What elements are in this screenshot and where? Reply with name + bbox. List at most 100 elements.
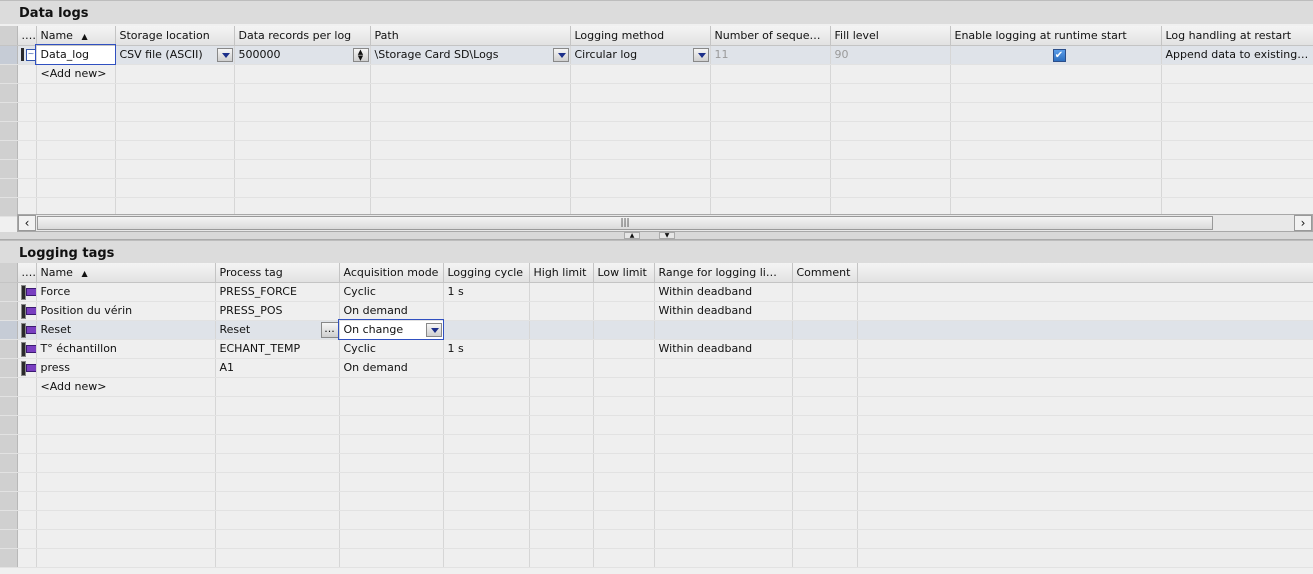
- process-tag-cell[interactable]: PRESS_FORCE: [215, 282, 340, 302]
- empty-cell: [339, 415, 444, 435]
- dropdown-arrow-icon[interactable]: [552, 47, 569, 62]
- fill-level-cell[interactable]: 90: [830, 45, 951, 65]
- row-header[interactable]: [0, 301, 18, 321]
- storage-location-select[interactable]: CSV file (ASCII): [115, 45, 235, 65]
- spinner-icon[interactable]: ▲ ▼: [352, 47, 369, 62]
- row-header[interactable]: [0, 358, 18, 378]
- high-limit-cell[interactable]: [529, 339, 594, 359]
- column-header-high-limit[interactable]: High limit: [529, 263, 594, 283]
- logging-cycle-cell[interactable]: 1 s: [443, 282, 530, 302]
- high-limit-cell[interactable]: [529, 282, 594, 302]
- column-header-name[interactable]: Name ▲: [36, 26, 116, 46]
- column-header-path[interactable]: Path: [370, 26, 571, 46]
- acquisition-mode-cell[interactable]: On demand: [339, 301, 444, 321]
- dropdown-arrow-icon[interactable]: [425, 322, 442, 337]
- range-cell[interactable]: Within deadband: [654, 301, 793, 321]
- acquisition-mode-cell[interactable]: Cyclic: [339, 339, 444, 359]
- process-tag-cell[interactable]: A1: [215, 358, 340, 378]
- row-header[interactable]: [0, 320, 18, 340]
- column-header-enable-logging-at-runtime-start[interactable]: Enable logging at runtime start: [950, 26, 1162, 46]
- process-tag-cell[interactable]: PRESS_POS: [215, 301, 340, 321]
- name-cell[interactable]: Position du vérin: [36, 301, 216, 321]
- comment-cell[interactable]: [792, 320, 858, 340]
- name-cell[interactable]: T° échantillon: [36, 339, 216, 359]
- column-header-logging-cycle[interactable]: Logging cycle: [443, 263, 530, 283]
- column-header-fill-level[interactable]: Fill level: [830, 26, 951, 46]
- column-header-more[interactable]: ...: [17, 26, 37, 46]
- enable-logging-checkbox[interactable]: ✔: [1052, 48, 1066, 62]
- dropdown-arrow-icon[interactable]: [692, 47, 709, 62]
- row-header[interactable]: [0, 45, 18, 65]
- high-limit-cell[interactable]: [529, 358, 594, 378]
- process-tag-cell[interactable]: ECHANT_TEMP: [215, 339, 340, 359]
- column-header-range-for-logging-limits[interactable]: Range for logging limits: [654, 263, 793, 283]
- logging-cycle-cell[interactable]: [443, 358, 530, 378]
- name-cell[interactable]: press: [36, 358, 216, 378]
- horizontal-scrollbar[interactable]: ‹ ||| ›: [17, 214, 1313, 232]
- log-handling-cell[interactable]: Append data to existing l...: [1161, 45, 1313, 65]
- empty-cell: [339, 377, 444, 397]
- empty-cell: [857, 320, 1313, 340]
- column-header-storage-location[interactable]: Storage location: [115, 26, 235, 46]
- high-limit-cell[interactable]: [529, 320, 594, 340]
- low-limit-cell[interactable]: [593, 301, 655, 321]
- name-cell[interactable]: Force: [36, 282, 216, 302]
- name-cell[interactable]: Data_log: [35, 44, 116, 65]
- range-cell[interactable]: Within deadband: [654, 339, 793, 359]
- path-select[interactable]: \Storage Card SD\Logs: [370, 45, 571, 65]
- add-new-row[interactable]: <Add new>: [0, 64, 1313, 84]
- logging-cycle-cell[interactable]: 1 s: [443, 339, 530, 359]
- table-row[interactable]: Reset Reset... On change: [0, 319, 1313, 340]
- row-header[interactable]: [0, 339, 18, 359]
- acquisition-mode-cell[interactable]: On demand: [339, 358, 444, 378]
- scroll-right-button[interactable]: ›: [1294, 215, 1312, 231]
- records-per-log-stepper[interactable]: 500000 ▲ ▼: [234, 45, 371, 65]
- add-new-cell[interactable]: <Add new>: [36, 64, 116, 84]
- range-cell[interactable]: Within deadband: [654, 282, 793, 302]
- table-row[interactable]: Data_log CSV file (ASCII) 500000 ▲ ▼ \Storag…: [0, 44, 1313, 65]
- table-row[interactable]: T° échantillon ECHANT_TEMP Cyclic 1 s Within…: [0, 339, 1313, 359]
- add-new-row[interactable]: <Add new>: [0, 377, 1313, 397]
- scrollbar-thumb[interactable]: |||: [37, 216, 1213, 230]
- high-limit-cell[interactable]: [529, 301, 594, 321]
- add-new-cell[interactable]: <Add new>: [36, 377, 216, 397]
- name-cell[interactable]: Reset: [36, 320, 216, 340]
- comment-cell[interactable]: [792, 282, 858, 302]
- low-limit-cell[interactable]: [593, 320, 655, 340]
- dropdown-arrow-icon[interactable]: [216, 47, 233, 62]
- column-header-more[interactable]: ...: [17, 263, 37, 283]
- scroll-left-button[interactable]: ‹: [18, 215, 36, 231]
- range-cell[interactable]: [654, 358, 793, 378]
- logging-method-select[interactable]: Circular log: [570, 45, 711, 65]
- column-header-acquisition-mode[interactable]: Acquisition mode: [339, 263, 444, 283]
- comment-cell[interactable]: [792, 339, 858, 359]
- column-header-data-records-per-log[interactable]: Data records per log: [234, 26, 371, 46]
- low-limit-cell[interactable]: [593, 339, 655, 359]
- table-row[interactable]: Position du vérin PRESS_POS On demand Withi…: [0, 301, 1313, 321]
- column-header-low-limit[interactable]: Low limit: [593, 263, 655, 283]
- column-header-process-tag[interactable]: Process tag: [215, 263, 340, 283]
- logging-cycle-cell[interactable]: [443, 301, 530, 321]
- comment-cell[interactable]: [792, 358, 858, 378]
- browse-button[interactable]: ...: [320, 321, 338, 338]
- column-header-number-of-sequen[interactable]: Number of sequen...: [710, 26, 831, 46]
- low-limit-cell[interactable]: [593, 282, 655, 302]
- column-header-name[interactable]: Name ▲: [36, 263, 216, 283]
- collapse-down-button[interactable]: ▼: [659, 232, 675, 239]
- collapse-up-button[interactable]: ▲: [624, 232, 640, 239]
- low-limit-cell[interactable]: [593, 358, 655, 378]
- table-row[interactable]: Force PRESS_FORCE Cyclic 1 s Within deadband: [0, 282, 1313, 302]
- acquisition-mode-cell[interactable]: Cyclic: [339, 282, 444, 302]
- table-row[interactable]: press A1 On demand: [0, 358, 1313, 378]
- splitter[interactable]: ▲ ▼: [0, 232, 1313, 240]
- logging-cycle-cell[interactable]: [443, 320, 530, 340]
- process-tag-cell[interactable]: Reset...: [215, 320, 340, 340]
- range-cell[interactable]: [654, 320, 793, 340]
- number-of-sequences-cell[interactable]: 11: [710, 45, 831, 65]
- column-header-log-handling-at-restart[interactable]: Log handling at restart: [1161, 26, 1313, 46]
- comment-cell[interactable]: [792, 301, 858, 321]
- row-header[interactable]: [0, 282, 18, 302]
- acquisition-mode-select[interactable]: On change: [338, 319, 444, 340]
- column-header-logging-method[interactable]: Logging method: [570, 26, 711, 46]
- column-header-comment[interactable]: Comment: [792, 263, 858, 283]
